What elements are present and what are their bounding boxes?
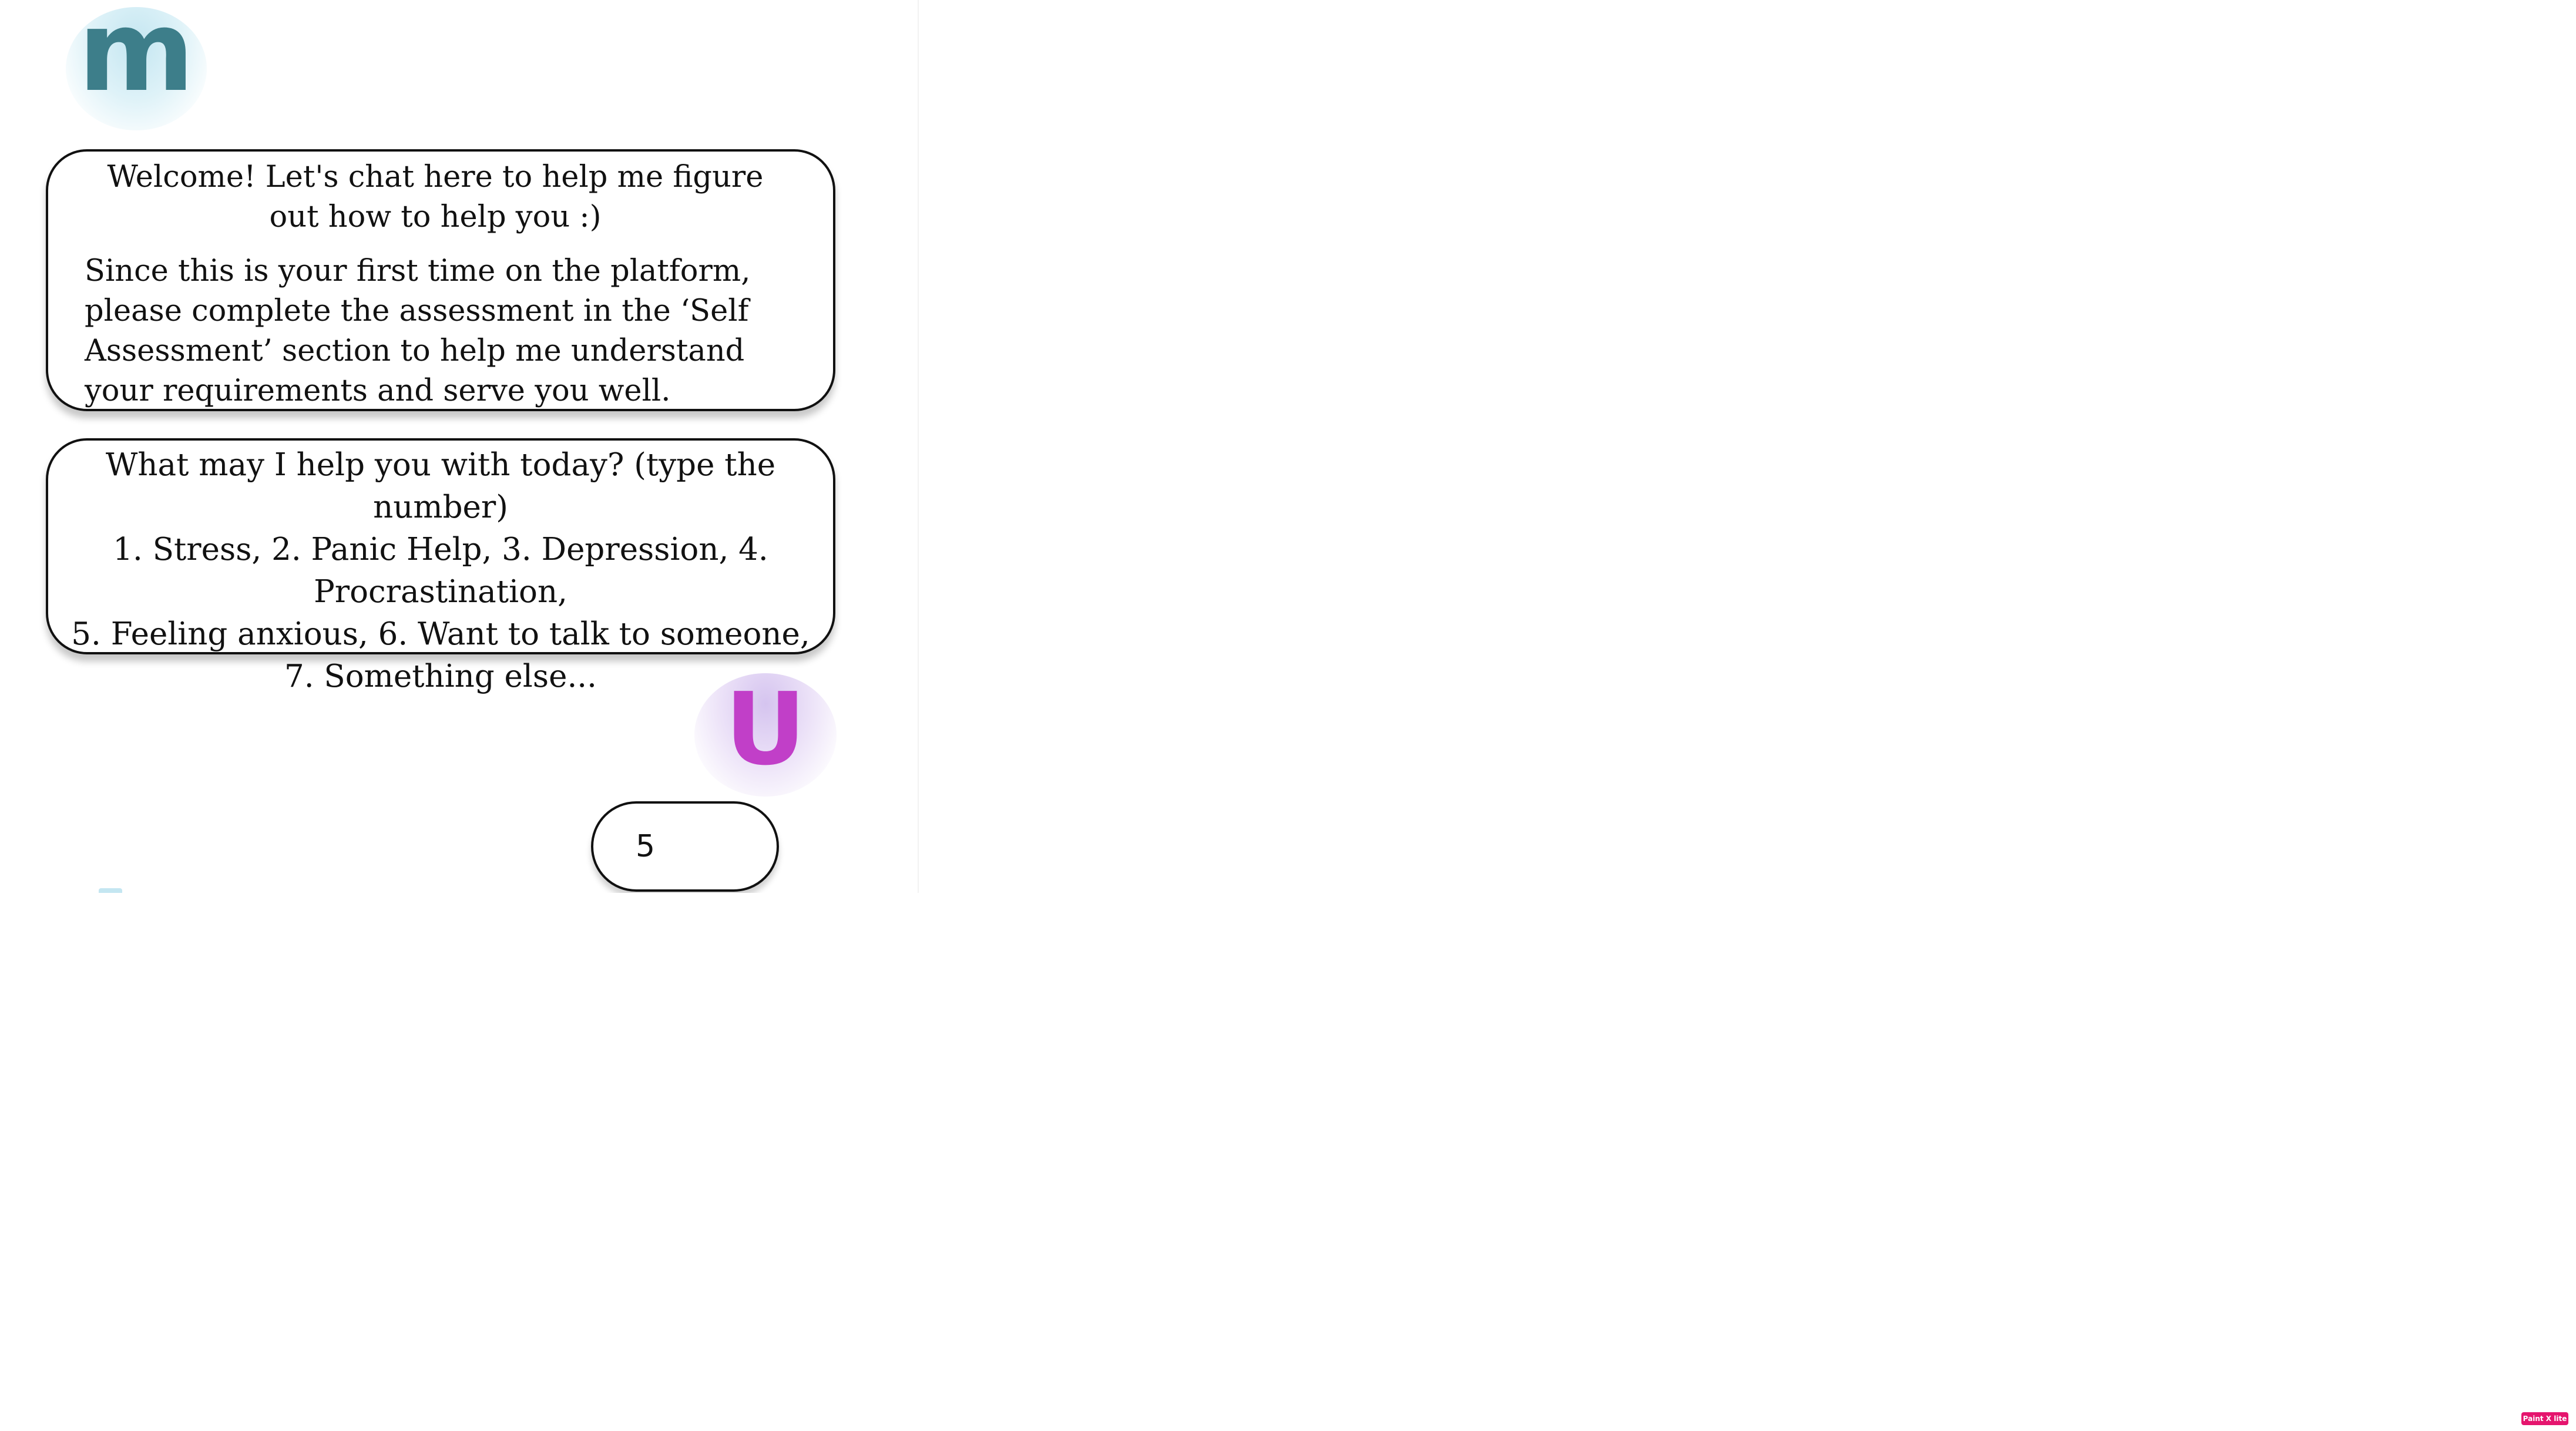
bot-message-options: What may I help you with today? (type th… (46, 438, 835, 694)
bot-message-welcome: Welcome! Let's chat here to help me figu… (46, 149, 835, 411)
options-prompt: What may I help you with today? (type th… (105, 447, 776, 525)
user-reply-text: 5 (636, 829, 656, 864)
welcome-body: Since this is your first time on the pla… (85, 254, 751, 408)
user-message-reply: 5 (591, 801, 779, 892)
bot-avatar-letter: m (78, 0, 194, 116)
next-bot-avatar-edge (99, 888, 122, 893)
options-line-2: 5. Feeling anxious, 6. Want to talk to s… (71, 616, 810, 694)
user-avatar: U (694, 673, 837, 797)
app-window: m Welcome! Let's chat here to help me fi… (0, 0, 2576, 1431)
welcome-greeting: Welcome! Let's chat here to help me figu… (107, 160, 764, 234)
options-line-1: 1. Stress, 2. Panic Help, 3. Depression,… (113, 532, 768, 610)
corner-badge[interactable]: Paint X lite (2521, 1412, 2568, 1425)
chat-panel: m Welcome! Let's chat here to help me fi… (0, 0, 919, 893)
bot-avatar: m (66, 0, 207, 130)
user-avatar-letter: U (724, 671, 807, 788)
